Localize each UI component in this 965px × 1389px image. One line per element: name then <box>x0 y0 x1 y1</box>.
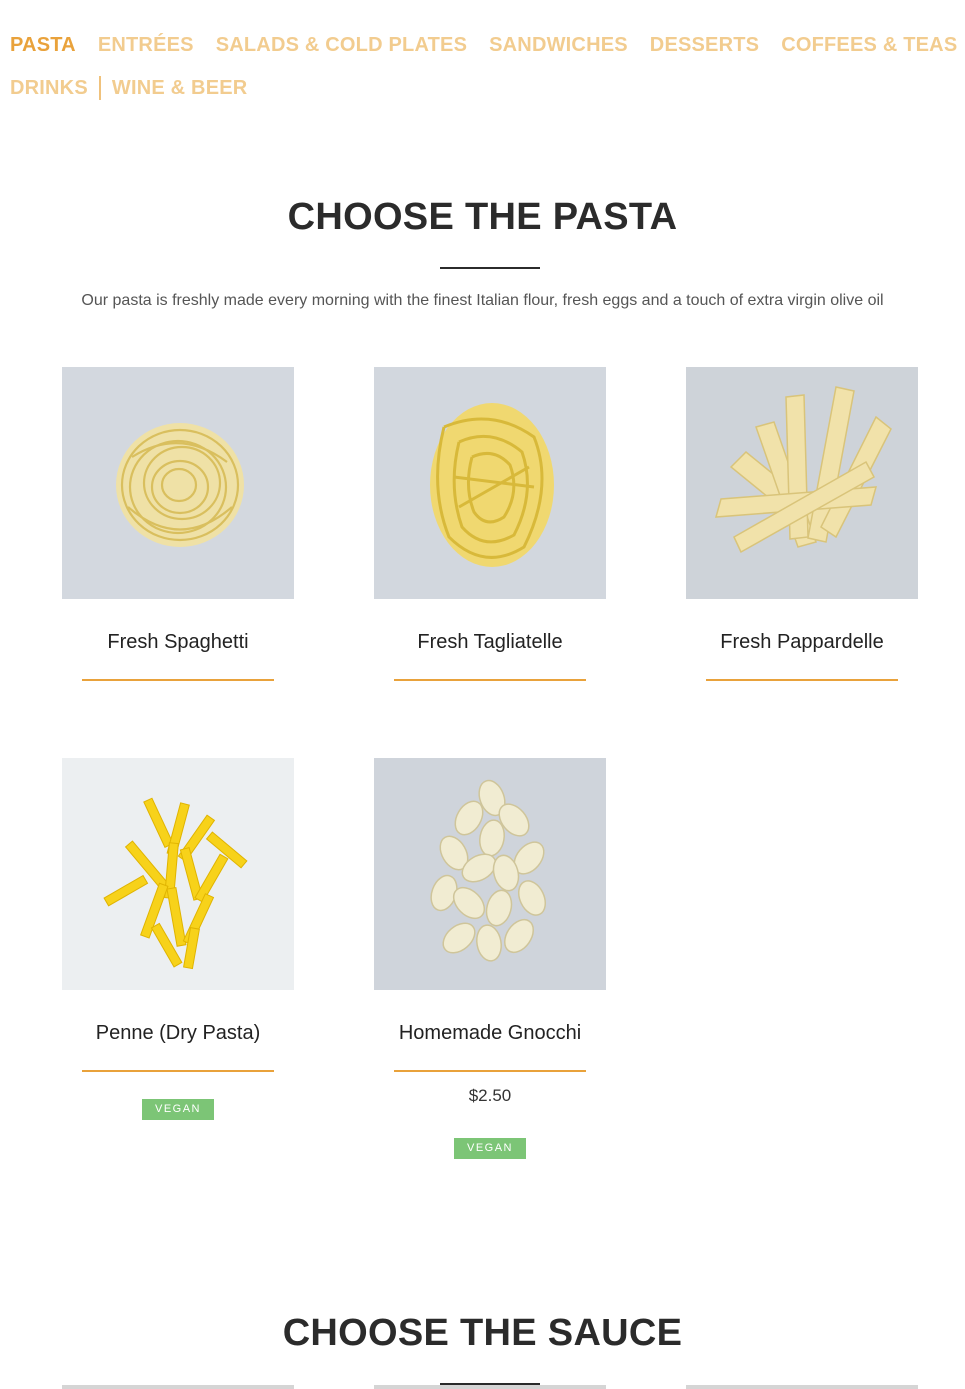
pasta-name: Homemade Gnocchi <box>398 1022 582 1044</box>
category-nav-row-2: DRINKS WINE & BEER <box>10 73 960 103</box>
pasta-name: Fresh Pappardelle <box>720 631 884 653</box>
nav-divider <box>98 76 101 100</box>
pasta-card-penne[interactable]: Penne (Dry Pasta) VEGAN <box>62 758 294 1120</box>
pasta-name-underline <box>706 679 898 681</box>
category-nav-row-1: PASTA ENTRÉES SALADS & COLD PLATES SANDW… <box>10 30 960 60</box>
nav-item-drinks[interactable]: DRINKS <box>10 77 88 100</box>
pasta-card-tagliatelle[interactable]: Fresh Tagliatelle <box>374 367 606 681</box>
pasta-name: Penne (Dry Pasta) <box>95 1022 261 1044</box>
vegan-badge: VEGAN <box>142 1099 214 1120</box>
sauce-section-title: CHOOSE THE SAUCE <box>282 1312 683 1354</box>
pasta-name: Fresh Tagliatelle <box>417 631 563 653</box>
penne-photo <box>62 758 294 990</box>
pasta-card-pappardelle[interactable]: Fresh Pappardelle <box>686 367 918 681</box>
pasta-title-divider <box>440 267 540 269</box>
vegan-badge: VEGAN <box>454 1138 526 1159</box>
sauce-card-photo-partial <box>374 1385 606 1389</box>
pasta-name-underline <box>82 1070 274 1072</box>
pasta-name: Fresh Spaghetti <box>107 631 249 653</box>
pasta-card-gnocchi[interactable]: Homemade Gnocchi $2.50 VEGAN <box>374 758 606 1159</box>
nav-item-desserts[interactable]: DESSERTS <box>650 34 759 57</box>
nav-item-wine-beer[interactable]: WINE & BEER <box>112 77 248 100</box>
nav-item-entrees[interactable]: ENTRÉES <box>98 34 194 57</box>
pasta-name-underline <box>394 1070 586 1072</box>
pappardelle-photo <box>686 367 918 599</box>
nav-item-coffees-teas[interactable]: COFFEES & TEAS <box>781 34 957 57</box>
pasta-name-underline <box>82 679 274 681</box>
pasta-card-spaghetti[interactable]: Fresh Spaghetti <box>62 367 294 681</box>
nav-item-sandwiches[interactable]: SANDWICHES <box>489 34 628 57</box>
spaghetti-photo <box>62 367 294 599</box>
pasta-name-underline <box>394 679 586 681</box>
nav-item-pasta[interactable]: PASTA <box>10 34 76 57</box>
pasta-section-subtitle: Our pasta is freshly made every morning … <box>81 292 884 309</box>
tagliatelle-photo <box>374 367 606 599</box>
pasta-price: $2.50 <box>468 1086 512 1105</box>
sauce-card-photo-partial <box>686 1385 918 1389</box>
pasta-section-title: CHOOSE THE PASTA <box>287 196 678 238</box>
sauce-card-photo-partial <box>62 1385 294 1389</box>
gnocchi-photo <box>374 758 606 990</box>
nav-item-salads[interactable]: SALADS & COLD PLATES <box>216 34 467 57</box>
category-nav: PASTA ENTRÉES SALADS & COLD PLATES SANDW… <box>10 30 960 116</box>
